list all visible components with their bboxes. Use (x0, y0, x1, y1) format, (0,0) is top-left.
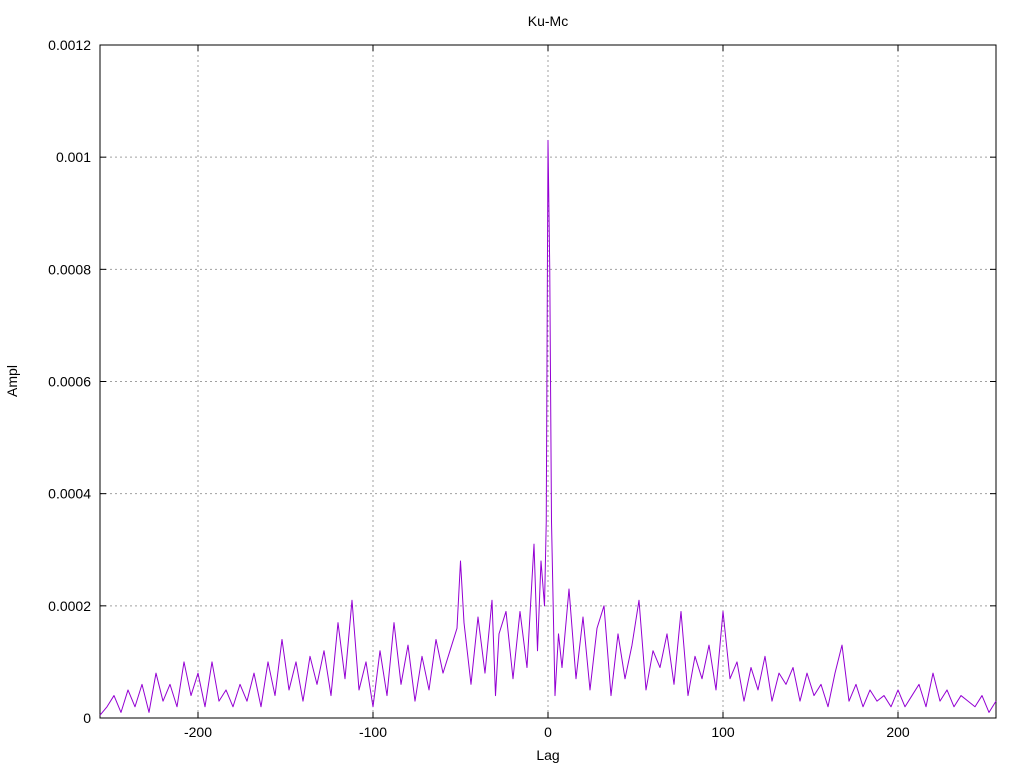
y-tick-label: 0.001 (56, 149, 91, 165)
y-tick-label: 0.0004 (48, 486, 91, 502)
y-tick-label: 0.0012 (48, 37, 91, 53)
x-tick-label: -100 (359, 724, 387, 740)
x-tick-label: 200 (886, 724, 910, 740)
y-tick-label: 0.0008 (48, 261, 91, 277)
y-tick-label: 0 (83, 710, 91, 726)
chart: -200 -100 0 100 200 0 0.0002 0.0004 0.0006 0.000… (0, 0, 1024, 768)
x-tick-label: -200 (184, 724, 212, 740)
chart-background (0, 0, 1024, 768)
y-tick-label: 0.0006 (48, 374, 91, 390)
chart-title: Ku-Mc (528, 13, 568, 29)
y-axis-label: Ampl (4, 365, 20, 397)
x-axis-label: Lag (536, 747, 559, 763)
x-tick-label: 0 (544, 724, 552, 740)
y-tick-label: 0.0002 (48, 598, 91, 614)
x-tick-label: 100 (711, 724, 735, 740)
